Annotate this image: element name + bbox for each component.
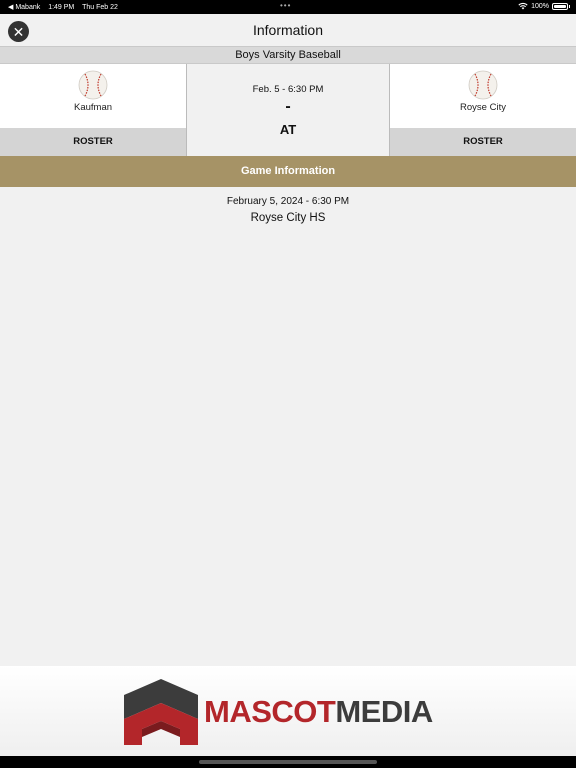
bottom-safe-area [0, 756, 576, 768]
status-date: Thu Feb 22 [82, 4, 118, 11]
status-left: ◀ Mabank 1:49 PM Thu Feb 22 [8, 3, 124, 11]
status-time: 1:49 PM [48, 4, 75, 11]
navigation-bar: ✕ Information [0, 14, 576, 46]
game-location: Royse City HS [250, 212, 326, 224]
sport-title: Boys Varsity Baseball [0, 46, 576, 64]
score: - [285, 98, 291, 115]
at-label: AT [279, 122, 297, 137]
baseball-icon [78, 70, 108, 100]
brand-part-media: MEDIA [335, 694, 433, 729]
home-roster-button[interactable]: ROSTER [390, 128, 576, 156]
game-information-header: Game Information [0, 156, 576, 187]
status-right: 100% [518, 2, 570, 10]
mascot-media-wordmark: MASCOTMEDIA [204, 694, 433, 730]
baseball-icon [468, 70, 498, 100]
home-team-name: Royse City [460, 102, 506, 113]
page-title: Information [252, 22, 324, 38]
home-indicator[interactable] [199, 760, 377, 764]
game-summary: Feb. 5 - 6:30 PM - AT [186, 64, 390, 156]
battery-percent: 100% [531, 2, 549, 10]
status-bar: ◀ Mabank 1:49 PM Thu Feb 22 ••• 100% [0, 0, 576, 14]
wifi-icon [518, 3, 528, 10]
back-to-app-link[interactable]: ◀ Mabank [8, 4, 40, 11]
away-team-panel: Kaufman ROSTER [0, 64, 186, 156]
multitasking-dots[interactable]: ••• [280, 1, 291, 10]
game-date: February 5, 2024 - 6:30 PM [226, 196, 350, 207]
ad-banner[interactable]: MASCOTMEDIA [0, 666, 576, 756]
game-time: Feb. 5 - 6:30 PM [252, 84, 324, 95]
home-team-panel: Royse City ROSTER [390, 64, 576, 156]
away-roster-button[interactable]: ROSTER [0, 128, 186, 156]
battery-icon [552, 2, 570, 10]
away-team-name: Kaufman [73, 102, 113, 113]
brand-part-mascot: MASCOT [204, 694, 336, 729]
matchup-panel: Kaufman ROSTER Feb. 5 - 6:30 PM - AT Roy… [0, 64, 576, 156]
mascot-media-logo-icon [124, 679, 198, 745]
